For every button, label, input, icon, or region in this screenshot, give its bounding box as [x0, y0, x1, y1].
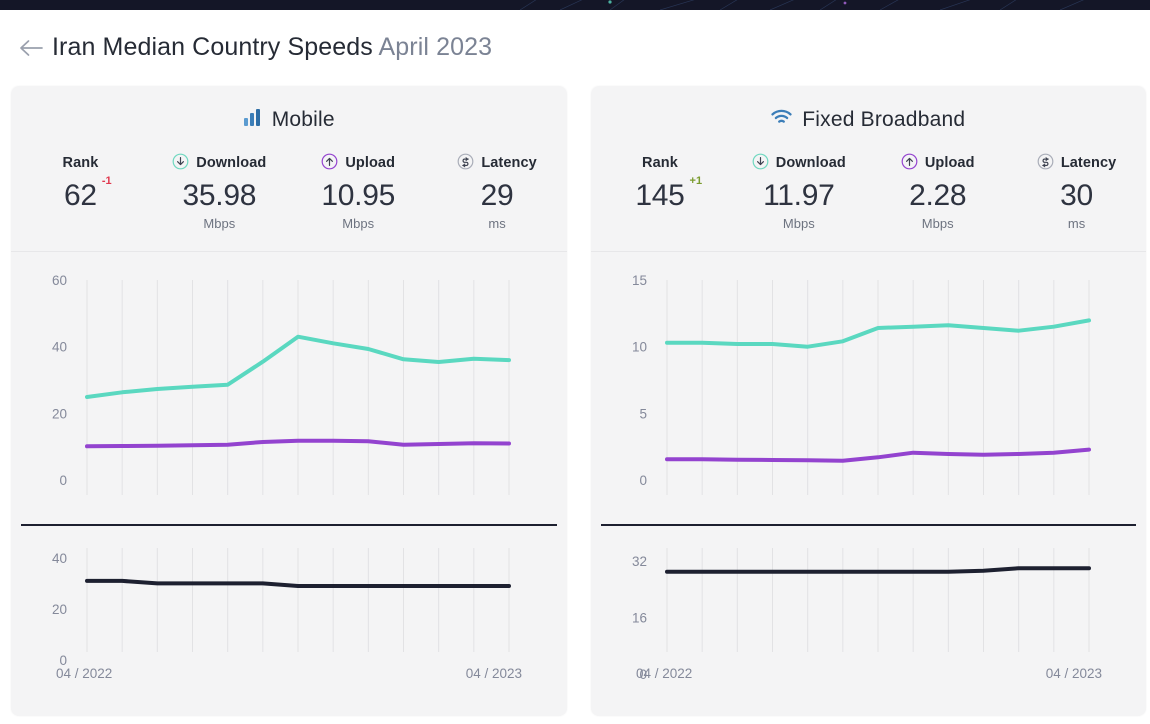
card-mobile-title: Mobile — [11, 86, 567, 142]
stat-rank-delta: +1 — [690, 175, 703, 187]
card-mobile-stats: Rank 62 -1 — [11, 142, 567, 252]
stat-download-value: 35.98 — [183, 179, 257, 212]
page-title-period: April 2023 — [379, 33, 493, 61]
stat-latency-unit: ms — [1068, 216, 1085, 231]
x-axis-start-label: 04 / 2022 — [56, 666, 112, 681]
chart-fixed-broadband-speeds: 0 5 10 15 — [591, 252, 1147, 524]
chart-fixed-broadband-latency: 01632 04 / 2022 04 / 2023 — [591, 526, 1147, 716]
wifi-icon — [771, 108, 792, 132]
stat-rank-head: Rank — [642, 152, 678, 174]
card-mobile-title-label: Mobile — [272, 108, 335, 132]
x-axis-end-label: 04 / 2023 — [1045, 666, 1101, 681]
stat-upload: Upload 2.28 Mbps — [868, 152, 1007, 231]
svg-text:32: 32 — [631, 554, 646, 569]
stat-download-label: Download — [776, 155, 846, 171]
svg-text:16: 16 — [631, 610, 646, 625]
stat-rank-label: Rank — [642, 155, 678, 171]
stat-upload-head: Upload — [901, 152, 975, 174]
card-fixed-broadband-title-label: Fixed Broadband — [802, 108, 965, 132]
stat-latency-head: Latency — [457, 152, 537, 174]
svg-text:0: 0 — [639, 473, 647, 488]
stat-download: Download 11.97 Mbps — [729, 152, 868, 231]
upload-circle-icon — [901, 153, 918, 174]
svg-text:20: 20 — [52, 406, 67, 421]
stat-rank-delta: -1 — [102, 175, 112, 187]
bar-chart-icon — [243, 108, 262, 133]
stat-download-unit: Mbps — [783, 216, 815, 231]
stat-upload-value: 2.28 — [909, 179, 966, 212]
svg-text:15: 15 — [631, 273, 646, 288]
card-mobile: Mobile Rank 62 -1 — [11, 86, 567, 716]
svg-text:40: 40 — [52, 339, 67, 354]
stat-upload-head: Upload — [321, 152, 395, 174]
stat-latency-label: Latency — [481, 155, 537, 171]
svg-text:20: 20 — [52, 601, 67, 616]
stat-latency: Latency 30 ms — [1007, 152, 1146, 231]
card-fixed-broadband-stats: Rank 145 +1 — [591, 142, 1147, 252]
stat-rank: Rank 62 -1 — [11, 152, 150, 231]
stat-rank-head: Rank — [63, 152, 99, 174]
stat-download-unit: Mbps — [203, 216, 235, 231]
stat-upload-label: Upload — [345, 155, 395, 171]
svg-text:5: 5 — [639, 406, 647, 421]
stat-latency: Latency 29 ms — [428, 152, 567, 231]
page-header: Iran Median Country Speeds April 2023 — [0, 10, 1150, 85]
x-axis-start-label: 04 / 2022 — [636, 666, 692, 681]
arrow-left-icon[interactable] — [14, 31, 48, 65]
svg-text:60: 60 — [52, 273, 67, 288]
stat-download-value: 11.97 — [763, 179, 834, 212]
svg-text:10: 10 — [631, 339, 646, 354]
svg-text:0: 0 — [59, 473, 67, 488]
stat-latency-value: 29 — [481, 179, 514, 212]
stat-download: Download 35.98 Mbps — [150, 152, 289, 231]
page-title: Iran Median Country Speeds April 2023 — [52, 33, 492, 62]
stat-download-head: Download — [172, 152, 266, 174]
stat-upload-unit: Mbps — [922, 216, 954, 231]
cards-container: Mobile Rank 62 -1 — [11, 86, 1146, 716]
chart-mobile-speeds-svg: 0 20 40 60 — [11, 252, 567, 524]
upload-circle-icon — [321, 153, 338, 174]
chart-mobile-latency-svg: 02040 04 / 2022 04 / 2023 — [11, 526, 567, 716]
stat-upload-value: 10.95 — [321, 179, 395, 212]
stat-latency-unit: ms — [488, 216, 505, 231]
stat-latency-label: Latency — [1061, 155, 1117, 171]
page-title-main: Iran Median Country Speeds — [52, 33, 373, 61]
stat-download-label: Download — [196, 155, 266, 171]
stat-upload: Upload 10.95 Mbps — [289, 152, 428, 231]
stat-rank: Rank 145 +1 — [591, 152, 730, 231]
stat-upload-label: Upload — [925, 155, 975, 171]
stat-upload-unit: Mbps — [342, 216, 374, 231]
page-top-decoration — [0, 0, 1150, 10]
stat-rank-label: Rank — [63, 155, 99, 171]
card-fixed-broadband-title: Fixed Broadband — [591, 86, 1147, 142]
chart-mobile-speeds: 0 20 40 60 — [11, 252, 567, 524]
stat-download-head: Download — [752, 152, 846, 174]
svg-text:40: 40 — [52, 550, 67, 565]
download-circle-icon — [172, 153, 189, 174]
chart-mobile-latency: 02040 04 / 2022 04 / 2023 — [11, 526, 567, 716]
stat-rank-value: 145 — [635, 179, 684, 212]
latency-circle-icon — [1037, 153, 1054, 174]
card-fixed-broadband: Fixed Broadband Rank 145 +1 — [591, 86, 1147, 716]
latency-circle-icon — [457, 153, 474, 174]
download-circle-icon — [752, 153, 769, 174]
chart-fixed-broadband-latency-svg: 01632 04 / 2022 04 / 2023 — [591, 526, 1147, 716]
x-axis-end-label: 04 / 2023 — [466, 666, 522, 681]
chart-fixed-broadband-speeds-svg: 0 5 10 15 — [591, 252, 1147, 524]
speedtest-country-page: Iran Median Country Speeds April 2023 Mo… — [0, 0, 1150, 724]
stat-rank-value: 62 — [64, 179, 97, 212]
stat-latency-head: Latency — [1037, 152, 1117, 174]
stat-latency-value: 30 — [1060, 179, 1093, 212]
